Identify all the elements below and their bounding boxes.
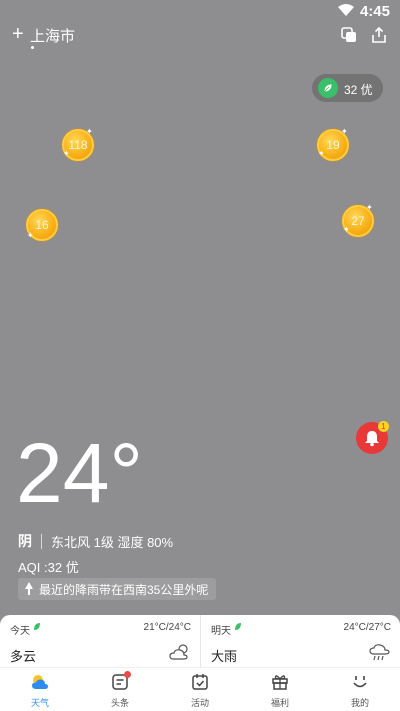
heavy-rain-icon xyxy=(369,644,390,661)
wifi-icon xyxy=(338,4,354,16)
nav-label: 福利 xyxy=(270,698,289,708)
sparkle-icon: ✦ xyxy=(366,203,373,212)
leaf-icon xyxy=(34,623,40,630)
forecast-day: 明天 xyxy=(211,626,231,637)
notification-count-badge: 1 xyxy=(378,421,389,432)
nav-news[interactable]: 头条 xyxy=(80,668,160,711)
forecast-temp-range: 21°C/24°C xyxy=(143,622,191,633)
nav-benefits[interactable]: 福利 xyxy=(240,668,320,711)
forecast-tomorrow[interactable]: 明天 24°C/27°C 大雨 xyxy=(200,615,400,667)
sparkle-icon: ✦ xyxy=(341,127,348,136)
nav-weather[interactable]: 天气 xyxy=(0,668,80,711)
sparkle-icon: ✦ xyxy=(27,231,34,240)
current-temperature: 24° xyxy=(16,426,144,520)
sparkle-icon: ✦ xyxy=(318,149,325,158)
sparkle-icon: ✦ xyxy=(343,225,350,234)
nav-label: 头条 xyxy=(110,698,129,708)
forecast-panel: 今天 21°C/24°C 多云 明天 24°C/27°C 大雨 xyxy=(0,615,400,667)
gift-icon xyxy=(272,675,288,690)
nav-label: 活动 xyxy=(190,698,209,708)
coin-reward[interactable]: 16 ✦ xyxy=(26,209,58,241)
nav-activity[interactable]: 活动 xyxy=(160,668,240,711)
header: + 上海市 xyxy=(0,22,400,52)
nav-label: 天气 xyxy=(30,698,49,708)
partly-cloudy-icon xyxy=(169,644,188,660)
forecast-condition: 大雨 xyxy=(211,649,238,664)
aqi-text[interactable]: AQI :32 优 xyxy=(18,557,79,576)
condition-row: 阴 东北风 1级 湿度 80% xyxy=(18,531,173,551)
calendar-icon xyxy=(192,674,208,690)
coin-reward[interactable]: 27 ✦ ✦ xyxy=(342,203,374,237)
notification-bell-button[interactable]: 1 xyxy=(356,421,389,454)
forecast-today[interactable]: 今天 21°C/24°C 多云 xyxy=(0,615,200,667)
nav-me[interactable]: 我的 xyxy=(320,668,400,711)
leaf-icon xyxy=(235,623,241,630)
share-icon[interactable] xyxy=(370,26,388,44)
weather-icon xyxy=(32,675,48,689)
bottom-nav: 天气 头条 活动 福利 我的 xyxy=(0,667,400,711)
rain-notice-text: 最近的降雨带在西南35公里外呢 xyxy=(39,582,209,597)
aqi-badge-text: 32 优 xyxy=(344,83,373,97)
aqi-badge[interactable]: 32 优 xyxy=(312,74,383,102)
umbrella-icon xyxy=(25,582,33,595)
page-indicator-dot xyxy=(31,46,34,49)
forecast-day: 今天 xyxy=(10,626,30,637)
forecast-temp-range: 24°C/27°C xyxy=(343,622,391,633)
status-bar: 4:45 xyxy=(0,0,400,22)
forecast-condition: 多云 xyxy=(10,649,37,664)
status-time: 4:45 xyxy=(359,3,390,20)
bell-icon xyxy=(365,431,379,447)
smiley-icon xyxy=(353,676,367,688)
sparkle-icon: ✦ xyxy=(86,127,93,136)
divider xyxy=(41,533,42,549)
nav-label: 我的 xyxy=(350,698,369,708)
weather-condition: 阴 xyxy=(18,533,32,549)
unread-dot xyxy=(124,671,131,678)
add-city-button[interactable]: + xyxy=(12,24,24,44)
coin-reward[interactable]: 118 ✦ ✦ xyxy=(62,127,94,161)
coin-reward[interactable]: 19 ✦ ✦ xyxy=(317,127,349,161)
rain-notice[interactable]: 最近的降雨带在西南35公里外呢 xyxy=(18,578,217,600)
leaf-icon xyxy=(318,78,338,98)
sparkle-icon: ✦ xyxy=(63,149,70,158)
switch-view-icon[interactable] xyxy=(340,26,358,44)
wind-humidity: 东北风 1级 湿度 80% xyxy=(51,534,174,550)
city-name[interactable]: 上海市 xyxy=(30,25,75,46)
